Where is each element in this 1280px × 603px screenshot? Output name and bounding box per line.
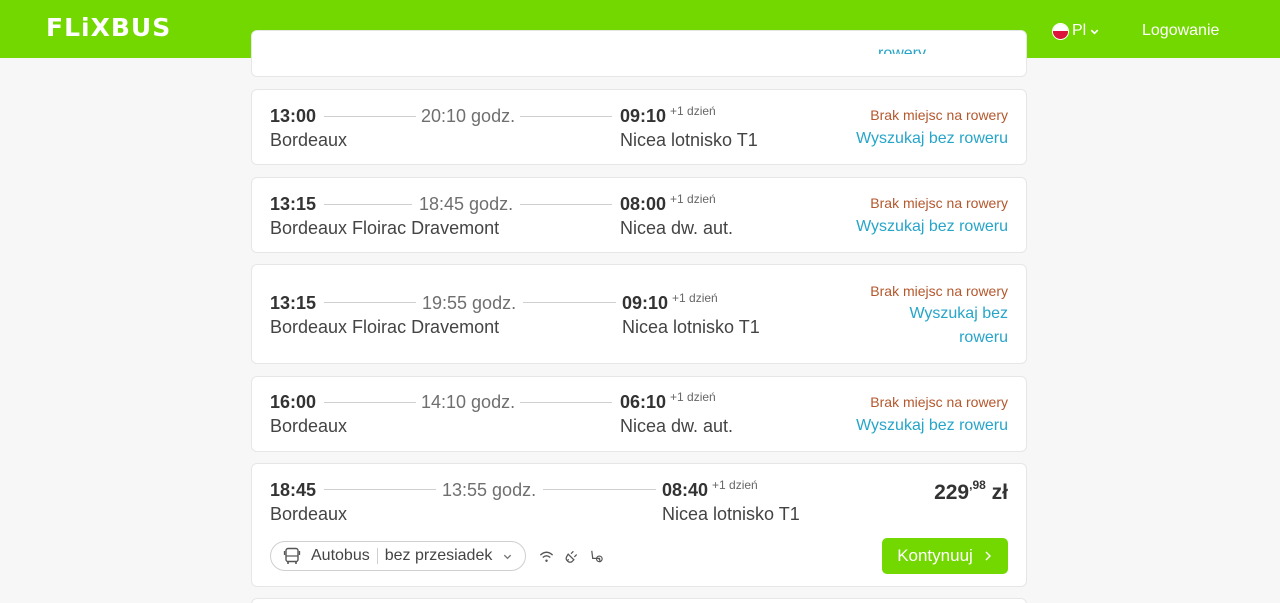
continue-label: Kontynuuj [897, 546, 973, 565]
arrival-station: Nicea lotnisko T1 [622, 317, 760, 337]
departure-station: Bordeaux Floirac Dravemont [270, 317, 500, 337]
departure-station: Bordeaux [270, 130, 348, 150]
timeline-line [520, 204, 612, 205]
price-cents: ,98 [969, 478, 986, 492]
departure-station: Bordeaux [270, 416, 348, 436]
transport-type: Autobus [311, 547, 370, 564]
ride-card[interactable]: 13:15 19:55 godz. 09:10 +1 dzień Bordeau… [251, 264, 1027, 364]
poland-flag-icon [1052, 22, 1069, 40]
departure-time: 16:00 [270, 392, 317, 412]
seat-settings-icon [591, 550, 603, 563]
timeline-line [520, 116, 612, 117]
chevron-right-icon [985, 551, 991, 561]
next-day-indicator: +1 dzień [670, 104, 716, 118]
departure-time: 18:45 [270, 480, 317, 500]
ride-card-partial [251, 598, 1027, 603]
bus-icon [283, 547, 301, 564]
chevron-down-icon [504, 554, 512, 559]
search-without-bike-link[interactable]: Wyszukaj bez roweru [909, 302, 1008, 350]
search-link-line-1: Wyszukaj bez [909, 305, 1008, 322]
search-without-bike-link[interactable]: Wyszukaj bez roweru [856, 127, 1008, 151]
timeline-line [324, 116, 416, 117]
trip-duration: 18:45 godz. [419, 194, 514, 214]
transfers-info: bez przesiadek [384, 547, 493, 564]
arrival-time: 09:10 [622, 293, 669, 313]
departure-station: Bordeaux [270, 504, 348, 524]
arrival-time: 09:10 [620, 106, 667, 126]
arrival-station: Nicea lotnisko T1 [620, 130, 758, 150]
timeline-line [523, 302, 616, 303]
price-currency: zł [991, 481, 1008, 504]
wifi-icon [539, 551, 554, 562]
arrival-station: Nicea lotnisko T1 [662, 504, 800, 524]
ride-card-available[interactable]: 18:45 13:55 godz. 08:40 +1 dzień Bordeau… [251, 463, 1027, 587]
ticket-price: 229,98 zł [934, 478, 1008, 505]
divider [376, 548, 378, 564]
arrival-time: 06:10 [620, 392, 667, 412]
ride-card[interactable]: 16:00 14:10 godz. 06:10 +1 dzień Bordeau… [251, 376, 1027, 452]
next-day-indicator: +1 dzień [672, 291, 718, 305]
trip-duration: 20:10 godz. [421, 106, 516, 126]
next-day-indicator: +1 dzień [712, 478, 758, 492]
departure-time: 13:15 [270, 194, 317, 214]
timeline-line [520, 402, 612, 403]
arrival-time: 08:00 [620, 194, 667, 214]
timeline-line [324, 489, 436, 490]
search-link-line-2: roweru [959, 329, 1008, 346]
search-without-bike-link[interactable]: Wyszukaj bez roweru [856, 215, 1008, 239]
ride-card[interactable]: 13:00 20:10 godz. 09:10 +1 dzień Bordeau… [251, 89, 1027, 165]
departure-time: 13:00 [270, 106, 317, 126]
language-label: Pl [1072, 22, 1087, 39]
ride-card[interactable]: 13:15 18:45 godz. 08:00 +1 dzień Bordeau… [251, 177, 1027, 253]
trip-duration: 19:55 godz. [422, 293, 517, 313]
price-main: 229 [934, 481, 970, 504]
login-link[interactable]: Logowanie [1142, 21, 1219, 41]
next-day-indicator: +1 dzień [670, 390, 716, 404]
arrival-time: 08:40 [662, 480, 709, 500]
departure-station: Bordeaux Floirac Dravemont [270, 218, 500, 238]
flixbus-logo[interactable]: FLiXBUS [46, 14, 171, 42]
no-bike-spaces-notice: Brak miejsc na rowery [870, 283, 1008, 299]
trip-duration: 13:55 godz. [442, 480, 537, 500]
no-bike-spaces-notice: Brak miejsc na rowery [870, 394, 1008, 410]
power-plug-icon [565, 550, 578, 563]
arrival-station: Nicea dw. aut. [620, 218, 734, 238]
continue-button[interactable]: Kontynuuj [882, 538, 1008, 574]
chevron-down-icon [1090, 29, 1099, 35]
ride-details-toggle[interactable]: Autobus bez przesiadek [270, 541, 526, 571]
search-without-bike-link[interactable]: rowery [878, 42, 926, 54]
timeline-line [324, 402, 416, 403]
next-day-indicator: +1 dzień [670, 192, 716, 206]
timeline-line [324, 302, 416, 303]
arrival-station: Nicea dw. aut. [620, 416, 734, 436]
trip-duration: 14:10 godz. [421, 392, 516, 412]
no-bike-spaces-notice: Brak miejsc na rowery [870, 195, 1008, 211]
amenities-list [538, 548, 605, 565]
timeline-line [324, 204, 412, 205]
search-without-bike-link[interactable]: Wyszukaj bez roweru [856, 414, 1008, 438]
no-bike-spaces-notice: Brak miejsc na rowery [870, 107, 1008, 123]
language-selector[interactable]: Pl [1052, 22, 1100, 40]
timeline-line [543, 489, 656, 490]
departure-time: 13:15 [270, 293, 317, 313]
ride-card-partial: rowery [251, 30, 1027, 77]
